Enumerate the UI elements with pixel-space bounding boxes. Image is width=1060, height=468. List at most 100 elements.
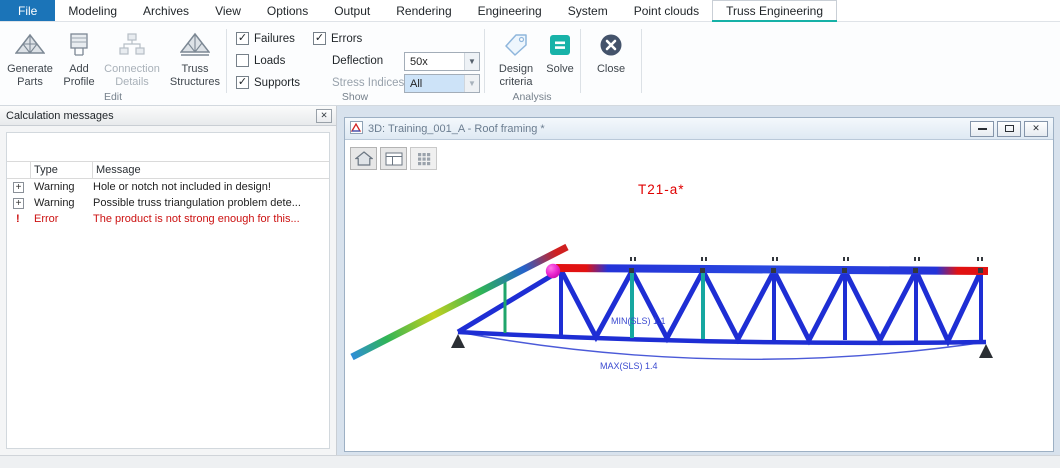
view-layout-icon	[385, 152, 403, 166]
grid-view-icon	[417, 152, 431, 166]
button-label: Add	[69, 63, 89, 76]
ribbon: Generate Parts Add Profile Connection De…	[0, 22, 1060, 106]
supports-checkbox[interactable]: ✓ Supports	[236, 75, 300, 90]
bottom-chord	[458, 332, 986, 343]
maximize-icon	[1005, 125, 1014, 132]
connection-details-icon	[118, 30, 146, 60]
ribbon-separator	[580, 29, 581, 93]
failures-checkbox[interactable]: ✓ Failures	[236, 31, 295, 46]
errors-checkbox[interactable]: ✓ Errors	[313, 31, 362, 46]
button-label: Structures	[170, 76, 220, 89]
support-right-icon	[979, 344, 993, 358]
minimize-icon	[978, 128, 987, 130]
connection-details-button: Connection Details	[100, 28, 164, 88]
home-view-button[interactable]	[350, 147, 377, 170]
panel-close-button[interactable]: ✕	[316, 109, 332, 123]
message-text: Possible truss triangulation problem det…	[93, 197, 329, 209]
table-header: Type Message	[7, 161, 329, 179]
group-label-analysis: Analysis	[484, 91, 580, 103]
max-sls-annotation: MAX(SLS) 1.4	[600, 361, 658, 371]
checkbox-box	[236, 54, 249, 67]
panel-header: Calculation messages ✕	[0, 106, 336, 126]
expand-icon[interactable]: +	[13, 198, 24, 209]
check-icon: ✓	[238, 33, 247, 44]
table-row[interactable]: + Warning Hole or notch not included in …	[7, 179, 329, 195]
home-view-icon	[355, 151, 373, 166]
checkbox-box: ✓	[313, 32, 326, 45]
calculation-messages-panel: Calculation messages ✕ Type Message + Wa…	[0, 106, 337, 455]
table-row[interactable]: + Warning Possible truss triangulation p…	[7, 195, 329, 211]
tab-output[interactable]: Output	[321, 0, 383, 21]
solve-icon	[549, 30, 571, 60]
message-type: Error	[31, 213, 93, 225]
truss-generate-icon	[15, 30, 45, 60]
window-buttons: ✕	[967, 121, 1048, 137]
add-profile-button[interactable]: Add Profile	[58, 28, 100, 88]
view-layout-button[interactable]	[380, 147, 407, 170]
design-criteria-button[interactable]: Design criteria	[490, 28, 542, 88]
ribbon-separator	[484, 29, 485, 93]
tab-modeling[interactable]: Modeling	[55, 0, 130, 21]
type-column-header[interactable]: Type	[31, 162, 93, 178]
web-diagonals	[458, 270, 981, 341]
group-label-edit: Edit	[0, 91, 226, 103]
tab-options[interactable]: Options	[254, 0, 321, 21]
solve-button[interactable]: Solve	[541, 28, 579, 76]
view-title: 3D: Training_001_A - Roof framing *	[368, 123, 545, 135]
button-label: Solve	[546, 63, 574, 76]
tab-system[interactable]: System	[555, 0, 621, 21]
tab-archives[interactable]: Archives	[130, 0, 202, 21]
view-titlebar[interactable]: 3D: Training_001_A - Roof framing * ✕	[345, 118, 1053, 140]
window-close-button[interactable]: ✕	[1024, 121, 1048, 137]
tab-rendering[interactable]: Rendering	[383, 0, 464, 21]
button-label: Close	[597, 63, 625, 76]
close-icon: ✕	[320, 110, 327, 121]
tag-icon	[503, 30, 529, 60]
workspace: Calculation messages ✕ Type Message + Wa…	[0, 106, 1060, 455]
view-3d-icon	[350, 121, 363, 137]
deflection-label: Deflection	[332, 55, 383, 67]
checkbox-box: ✓	[236, 76, 249, 89]
message-type: Warning	[31, 181, 93, 193]
close-circle-icon	[599, 30, 623, 60]
check-icon: ✓	[238, 77, 247, 88]
message-text: The product is not strong enough for thi…	[93, 213, 329, 225]
table-row[interactable]: ! Error The product is not strong enough…	[7, 211, 329, 227]
truss-label: T21-a*	[638, 182, 685, 197]
minimize-button[interactable]	[970, 121, 994, 137]
close-button[interactable]: Close	[588, 28, 634, 76]
tab-point-clouds[interactable]: Point clouds	[621, 0, 712, 21]
button-label: Parts	[17, 76, 43, 89]
tab-view[interactable]: View	[202, 0, 254, 21]
grid-view-button[interactable]	[410, 147, 437, 170]
view-canvas[interactable]: MIN(SLS) 1.1 MAX(SLS) 1.4 T21-a*	[345, 140, 1053, 451]
checkbox-box: ✓	[236, 32, 249, 45]
ribbon-separator	[226, 29, 227, 93]
min-sls-annotation: MIN(SLS) 1.1	[611, 316, 666, 326]
deflection-select[interactable]: 50x ▼	[404, 52, 480, 71]
maximize-button[interactable]	[997, 121, 1021, 137]
status-bar	[0, 455, 1060, 468]
node-handle[interactable]	[546, 264, 560, 278]
button-label: Profile	[63, 76, 94, 89]
panel-body: Type Message + Warning Hole or notch not…	[6, 132, 330, 449]
generate-parts-button[interactable]: Generate Parts	[4, 28, 56, 88]
checkbox-label: Errors	[331, 33, 362, 45]
expand-column-header[interactable]	[7, 162, 31, 178]
loads-checkbox[interactable]: Loads	[236, 53, 285, 68]
messages-table: Type Message + Warning Hole or notch not…	[7, 161, 329, 227]
viewport-area: 3D: Training_001_A - Roof framing * ✕	[337, 106, 1060, 455]
truss-structures-button[interactable]: Truss Structures	[166, 28, 224, 88]
panel-title: Calculation messages	[6, 110, 114, 122]
close-icon: ✕	[1032, 124, 1040, 133]
ribbon-separator	[641, 29, 642, 93]
expand-icon[interactable]: +	[13, 182, 24, 193]
checkbox-label: Loads	[254, 55, 285, 67]
stress-indices-label: Stress Indices	[332, 77, 404, 89]
tab-truss-engineering[interactable]: Truss Engineering	[712, 0, 837, 21]
tab-engineering[interactable]: Engineering	[465, 0, 555, 21]
tab-file[interactable]: File	[0, 0, 55, 21]
button-label: Truss	[181, 63, 208, 76]
message-column-header[interactable]: Message	[93, 162, 329, 178]
truss-structures-icon	[180, 30, 210, 60]
